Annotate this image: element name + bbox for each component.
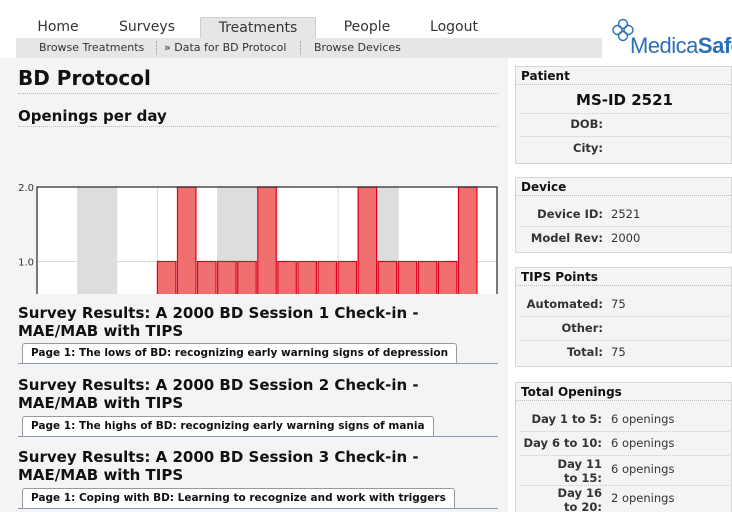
subnav-browse-devices[interactable]: Browse Devices — [314, 38, 401, 58]
patient-id: MS-ID 2521 — [576, 91, 673, 109]
bar — [317, 260, 338, 294]
model-rev-label: Model Rev: — [530, 231, 603, 245]
device-id-value: 2521 — [611, 207, 641, 221]
title-divider — [18, 93, 498, 94]
row-divider — [520, 316, 729, 317]
openings-row-label: Day 16 to 20: — [557, 486, 602, 512]
nav-tab-treatments[interactable]: Treatments — [200, 17, 316, 38]
survey-1-title[interactable]: Survey Results: A 2000 BD Session 1 Chec… — [18, 304, 458, 340]
openings-row-value: 6 openings — [611, 462, 675, 476]
sub-nav: Browse Treatments » Data for BD Protocol… — [16, 38, 602, 58]
bar — [217, 260, 237, 294]
bar — [237, 260, 257, 294]
bar — [417, 260, 438, 294]
device-heading: Device — [516, 178, 731, 196]
logo-text-bold: Safe — [697, 33, 732, 58]
model-rev-value: 2000 — [611, 231, 641, 245]
dob-label: DOB: — [570, 117, 603, 131]
nav-tab-logout[interactable]: Logout — [422, 17, 486, 38]
row-divider — [520, 113, 729, 114]
openings-row-value: 6 openings — [611, 436, 675, 450]
page-title: BD Protocol — [18, 66, 151, 90]
survey-3-title[interactable]: Survey Results: A 2000 BD Session 3 Chec… — [18, 448, 458, 484]
bar — [297, 260, 317, 294]
tips-panel: TIPS Points Automated: 75 Other: Total: … — [515, 267, 732, 367]
row-divider — [520, 136, 729, 137]
subnav-separator — [156, 41, 157, 55]
bar — [457, 186, 478, 294]
total-openings-panel: Total Openings Day 1 to 5: 6 openings Da… — [515, 382, 732, 512]
openings-chart: 0.01.02.0Nov 28Dec 1Dec 4Dec 7Dec 10Dec … — [18, 183, 498, 294]
bar — [257, 186, 277, 294]
device-id-label: Device ID: — [537, 207, 603, 221]
bar — [337, 260, 358, 294]
survey-1-page-tab[interactable]: Page 1: The lows of BD: recognizing earl… — [22, 343, 458, 363]
bar — [357, 186, 378, 294]
bar — [377, 260, 398, 294]
total-label: Total: — [566, 345, 603, 359]
bar — [156, 260, 177, 294]
survey-3-page-tab[interactable]: Page 1: Coping with BD: Learning to reco… — [22, 488, 455, 508]
other-label: Other: — [561, 321, 603, 335]
main-content: BD Protocol Openings per day 0.01.02.0No… — [0, 58, 508, 512]
bar — [437, 260, 458, 294]
chart-title: Openings per day — [18, 107, 167, 125]
row-divider — [520, 226, 729, 227]
nav-tab-home[interactable]: Home — [28, 17, 88, 38]
survey-2-tab-underline — [18, 436, 498, 437]
subnav-data-for-bd-protocol[interactable]: » Data for BD Protocol — [164, 38, 286, 58]
nav-tab-people[interactable]: People — [336, 17, 398, 38]
patient-panel: Patient MS-ID 2521 DOB: City: — [515, 66, 732, 164]
survey-2-page-tab[interactable]: Page 1: The highs of BD: recognizing ear… — [22, 416, 434, 436]
nav-tab-surveys[interactable]: Surveys — [112, 17, 182, 38]
patient-heading: Patient — [516, 67, 731, 85]
openings-row-value: 6 openings — [611, 412, 675, 426]
y-tick-label: 1.0 — [18, 258, 34, 269]
subnav-separator — [300, 41, 301, 55]
survey-1-tab-underline — [18, 363, 498, 364]
bar — [176, 186, 197, 294]
automated-value: 75 — [611, 297, 626, 311]
survey-3-tab-underline — [18, 508, 498, 509]
automated-label: Automated: — [526, 297, 603, 311]
openings-row-label: Day 1 to 5: — [531, 412, 602, 426]
row-divider — [520, 340, 729, 341]
city-label: City: — [573, 141, 603, 155]
survey-2-title[interactable]: Survey Results: A 2000 BD Session 2 Chec… — [18, 376, 458, 412]
tips-heading: TIPS Points — [516, 268, 731, 286]
device-panel: Device Device ID: 2521 Model Rev: 2000 — [515, 177, 732, 253]
medicasafe-logo[interactable]: MedicaSafe — [612, 18, 732, 58]
row-divider — [520, 455, 729, 456]
bar — [397, 260, 418, 294]
bar — [196, 260, 217, 294]
subnav-browse-treatments[interactable]: Browse Treatments — [39, 38, 144, 58]
openings-heading: Total Openings — [516, 383, 731, 401]
y-tick-label: 2.0 — [18, 183, 34, 194]
total-value: 75 — [611, 345, 626, 359]
bar — [277, 260, 297, 294]
openings-row-label: Day 11 to 15: — [557, 457, 602, 485]
logo-text: MedicaSafe — [630, 33, 732, 59]
openings-row-value: 2 openings — [611, 491, 675, 505]
row-divider — [520, 431, 729, 432]
logo-text-light: Medica — [630, 33, 698, 58]
openings-row-label: Day 6 to 10: — [523, 436, 602, 450]
